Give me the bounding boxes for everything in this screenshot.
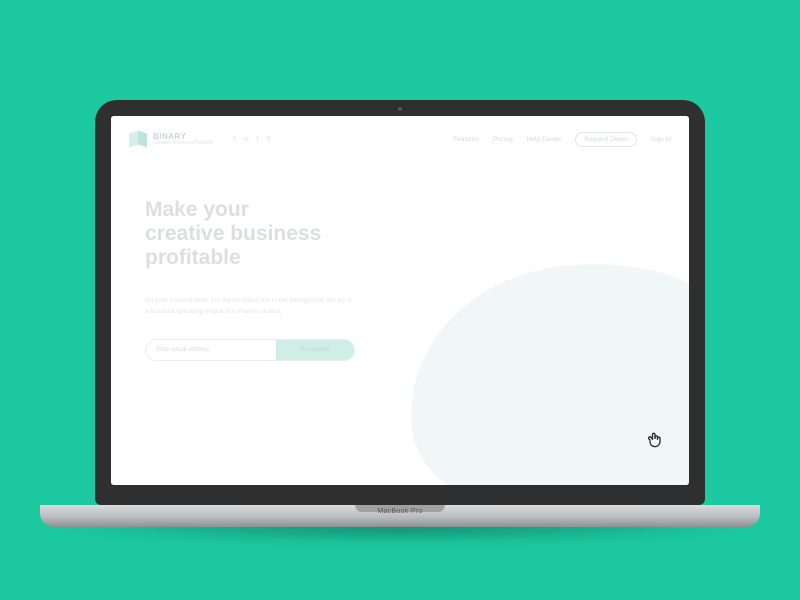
laptop-screen: BINARY Creative Business Platform f in t… (111, 116, 689, 485)
brand-logo[interactable]: BINARY Creative Business Platform (129, 130, 213, 148)
hero-subtitle: Do your creative work. Let the business … (145, 296, 355, 317)
hero-title-line3: profitable (145, 246, 241, 269)
logo-icon (129, 130, 147, 148)
nav-help-center[interactable]: Help Center (527, 136, 562, 143)
nav-features[interactable]: Features (453, 136, 479, 143)
hero-section: Make your creative business profitable D… (111, 158, 371, 361)
brand-tagline: Creative Business Platform (153, 141, 213, 146)
laptop-base: MacBook Pro (40, 505, 760, 527)
signup-form: Enter email address Get Started (145, 339, 355, 361)
pointer-cursor-icon (645, 429, 665, 451)
social-links: f in t d (233, 136, 270, 143)
get-started-button[interactable]: Get Started (276, 340, 354, 360)
twitter-icon[interactable]: t (257, 136, 259, 143)
navbar: BINARY Creative Business Platform f in t… (111, 116, 689, 158)
nav-sign-in[interactable]: Sign In (651, 136, 671, 143)
hero-title: Make your creative business profitable (145, 198, 371, 270)
dribbble-icon[interactable]: d (267, 136, 271, 143)
laptop-lid: BINARY Creative Business Platform f in t… (95, 100, 705, 505)
nav-pricing[interactable]: Pricing (493, 136, 513, 143)
facebook-icon[interactable]: f (233, 136, 235, 143)
linkedin-icon[interactable]: in (243, 136, 248, 143)
camera-dot (398, 107, 402, 111)
website: BINARY Creative Business Platform f in t… (111, 116, 689, 485)
email-field[interactable]: Enter email address (146, 340, 276, 360)
hero-title-line2: creative business (145, 222, 321, 245)
hero-title-line1: Make your (145, 198, 249, 221)
nav-links: Features Pricing Help Center Request Dem… (453, 132, 671, 147)
laptop-mockup: BINARY Creative Business Platform f in t… (95, 100, 705, 527)
device-label: MacBook Pro (377, 508, 422, 515)
nav-request-demo[interactable]: Request Demo (575, 132, 636, 147)
